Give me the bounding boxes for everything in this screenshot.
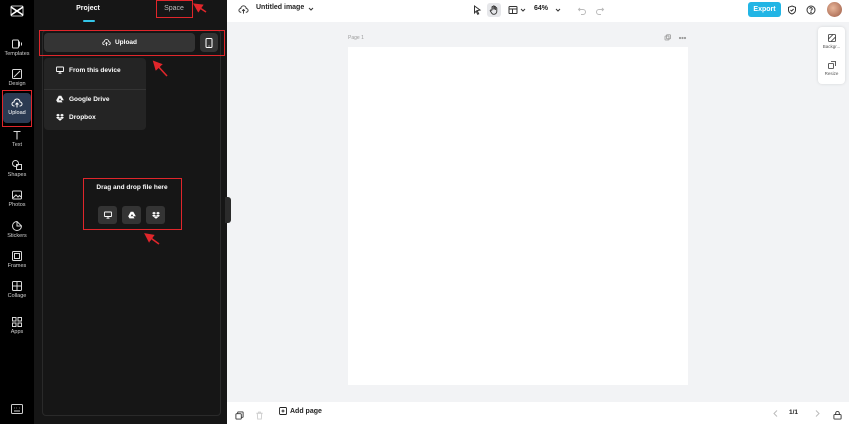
help-icon (806, 5, 816, 15)
stickers-icon (12, 220, 23, 231)
page-label: Page 1 (348, 35, 364, 41)
panel-collapse-handle[interactable] (225, 197, 231, 223)
menu-item-google-drive[interactable]: Google Drive (44, 91, 146, 107)
annotation-box-drop-zone (83, 178, 182, 230)
background-button[interactable]: Backgr... (818, 30, 845, 54)
chevron-left-icon[interactable] (773, 410, 778, 417)
left-rail: Templates Design Upload Text Shapes Phot… (0, 0, 34, 424)
menu-divider (44, 89, 146, 90)
top-toolbar: Untitled image 64% Export (227, 0, 849, 22)
text-icon (13, 130, 21, 140)
zoom-level[interactable]: 64% (534, 5, 548, 12)
resize-icon (827, 61, 836, 69)
capcut-logo-icon[interactable] (9, 3, 25, 19)
add-page-icon (279, 407, 287, 415)
annotation-box-space-tab (156, 0, 193, 18)
annotation-box-upload-rail-item (2, 90, 32, 127)
bottom-toolbar: Add page 1/1 (227, 402, 849, 424)
chevron-right-icon[interactable] (815, 410, 820, 417)
hand-icon (489, 5, 498, 15)
rail-item-apps[interactable]: Apps (0, 312, 34, 342)
rail-label-shapes: Shapes (7, 172, 27, 178)
collage-icon (12, 281, 22, 291)
chevron-down-icon[interactable] (520, 7, 526, 13)
layout-icon (508, 6, 518, 14)
upload-source-dropdown: From this device Google Drive Dropbox (44, 58, 146, 130)
background-label: Backgr... (822, 44, 841, 49)
redo-button[interactable] (593, 3, 607, 17)
rail-item-text[interactable]: Text (0, 125, 34, 155)
cloud-save-icon[interactable] (238, 4, 249, 15)
add-page-button[interactable]: Add page (279, 407, 322, 415)
avatar[interactable] (827, 2, 842, 17)
duplicate-page-button[interactable] (235, 407, 246, 420)
rail-item-collage[interactable]: Collage (0, 276, 34, 306)
resize-label: Resize (824, 71, 839, 76)
redo-icon (596, 7, 605, 15)
menu-item-label: Dropbox (69, 113, 96, 121)
help-button[interactable] (804, 3, 818, 17)
page-properties-panel: Backgr... Resize (818, 27, 845, 84)
layout-options-button[interactable] (506, 3, 520, 17)
undo-button[interactable] (575, 3, 589, 17)
background-icon (827, 34, 836, 42)
google-drive-icon (56, 95, 64, 103)
export-button[interactable]: Export (748, 2, 781, 17)
document-title[interactable]: Untitled image (256, 4, 304, 11)
rail-label-frames: Frames (7, 263, 27, 269)
hand-tool-button[interactable] (487, 3, 501, 17)
rail-label-stickers: Stickers (7, 233, 27, 239)
frames-icon (12, 251, 22, 261)
templates-icon (12, 39, 22, 49)
chevron-down-icon[interactable] (308, 6, 314, 12)
shield-button[interactable] (785, 3, 799, 17)
select-tool-button[interactable] (470, 3, 484, 17)
page-options-icon[interactable] (664, 34, 688, 42)
cursor-arrow-icon (474, 5, 482, 15)
chevron-down-icon[interactable] (555, 7, 561, 13)
menu-item-label: From this device (69, 66, 121, 74)
rail-item-photos[interactable]: Photos (0, 185, 34, 215)
delete-page-button[interactable] (255, 407, 266, 420)
trash-icon (256, 411, 263, 420)
design-icon (12, 69, 22, 79)
rail-label-templates: Templates (4, 51, 30, 57)
design-page-canvas[interactable] (348, 47, 688, 385)
rail-label-collage: Collage (7, 293, 27, 299)
keyboard-icon[interactable] (11, 404, 23, 414)
page-manager-button[interactable] (833, 407, 844, 420)
rail-item-frames[interactable]: Frames (0, 246, 34, 276)
rail-item-shapes[interactable]: Shapes (0, 155, 34, 185)
menu-item-label: Google Drive (69, 95, 110, 103)
dropbox-icon (56, 113, 64, 121)
page-count: 1/1 (789, 409, 799, 416)
undo-icon (577, 7, 586, 15)
duplicate-icon (235, 411, 244, 420)
tab-active-indicator (83, 20, 95, 22)
page-manager-icon (833, 411, 842, 420)
rail-label-apps: Apps (10, 329, 24, 335)
menu-item-from-device[interactable]: From this device (44, 62, 146, 78)
apps-icon (12, 317, 22, 327)
rail-label-design: Design (8, 81, 26, 87)
photos-icon (12, 190, 22, 200)
rail-item-stickers[interactable]: Stickers (0, 216, 34, 246)
menu-item-dropbox[interactable]: Dropbox (44, 109, 146, 125)
rail-label-text: Text (11, 142, 23, 148)
annotation-box-upload-row (39, 30, 225, 56)
monitor-icon (56, 66, 64, 74)
resize-button[interactable]: Resize (818, 57, 845, 81)
shield-icon (788, 5, 796, 15)
rail-label-photos: Photos (8, 202, 26, 208)
shapes-icon (12, 160, 22, 170)
rail-item-templates[interactable]: Templates (0, 34, 34, 64)
add-page-label: Add page (290, 407, 322, 415)
